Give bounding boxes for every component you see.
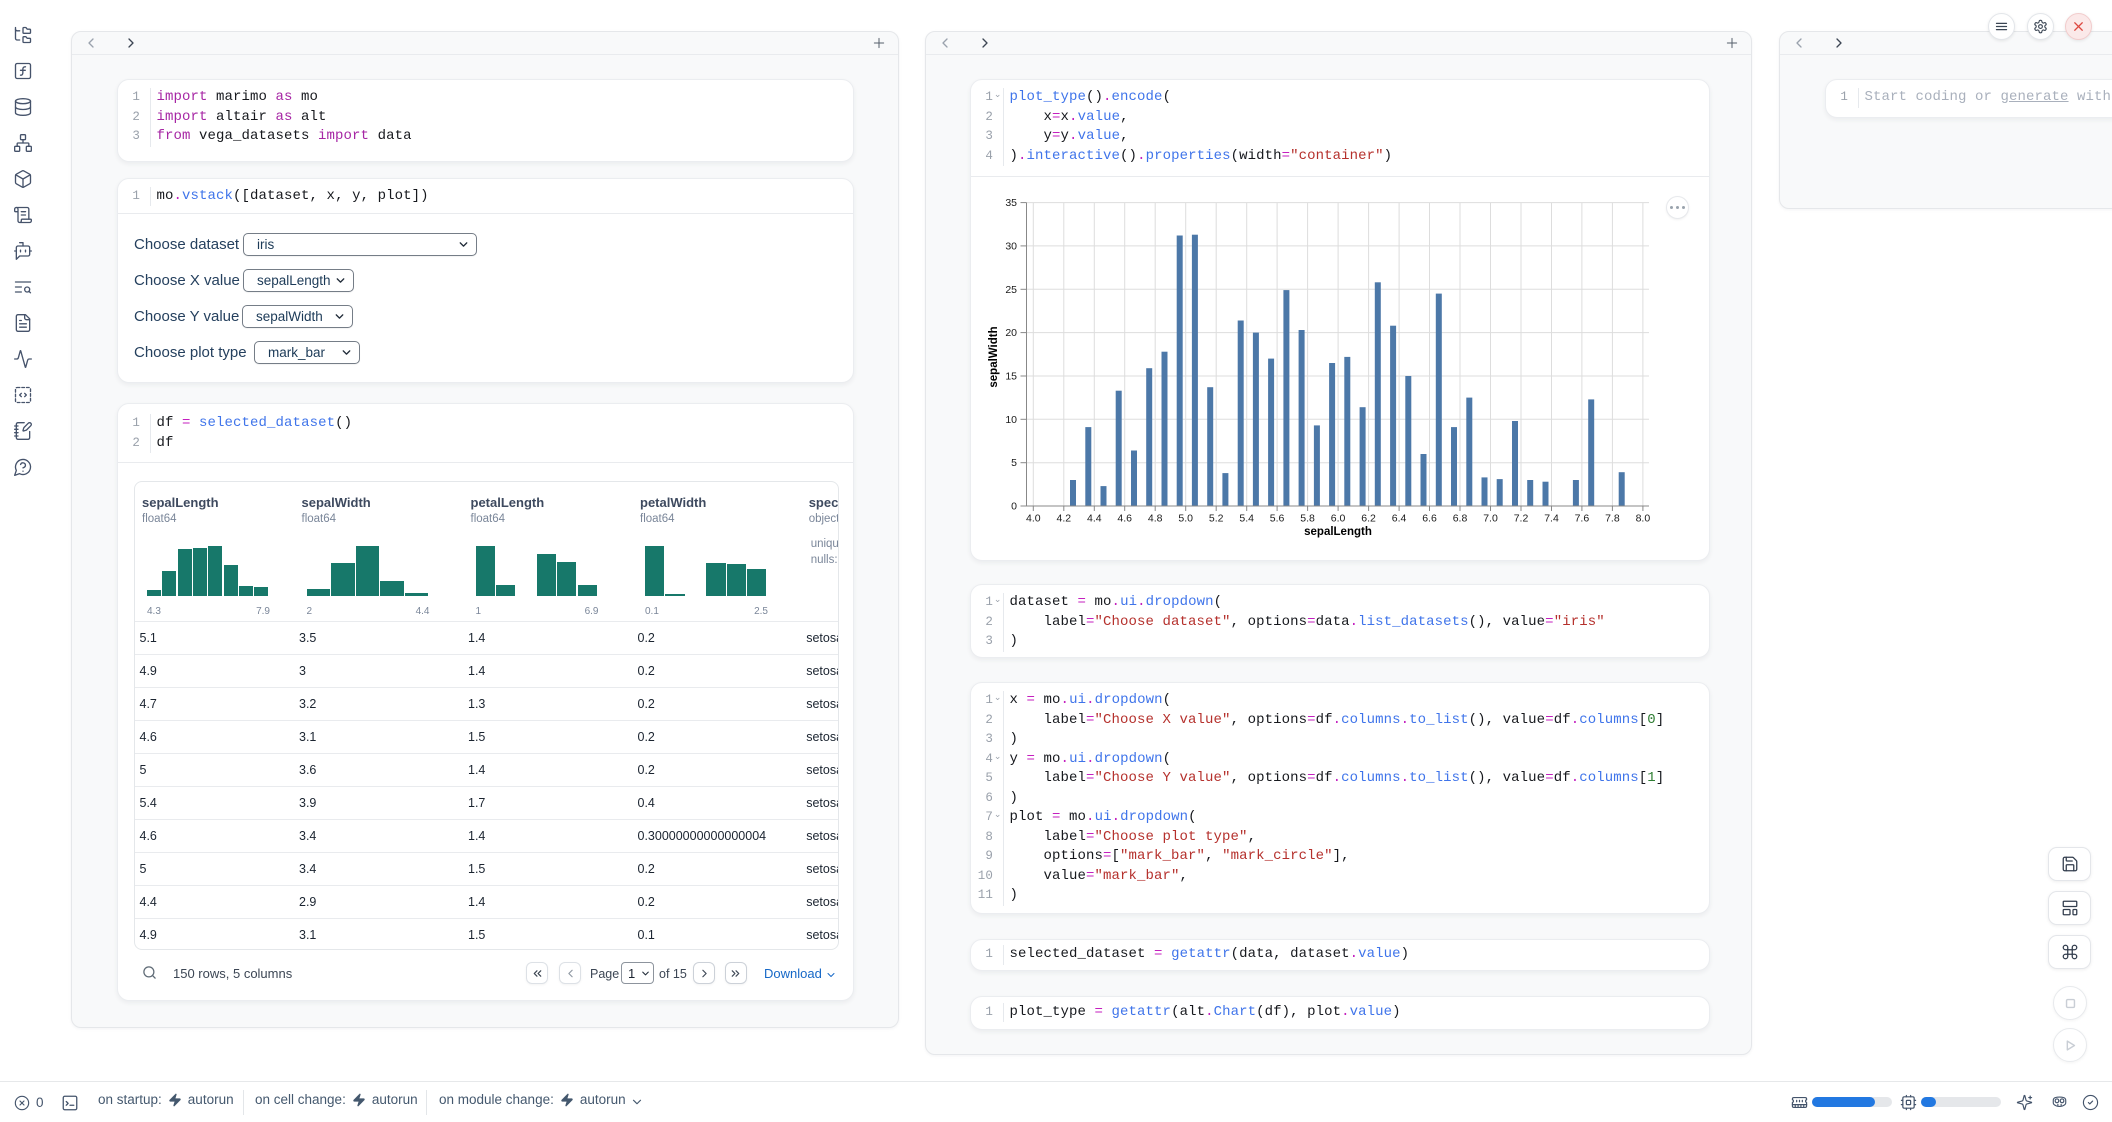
svg-text:20: 20	[1005, 327, 1017, 339]
svg-text:7.4: 7.4	[1544, 513, 1559, 525]
svg-text:0: 0	[1011, 501, 1017, 513]
svg-text:6.4: 6.4	[1392, 513, 1407, 525]
svg-text:4.4: 4.4	[1087, 513, 1102, 525]
svg-text:4.0: 4.0	[1026, 513, 1041, 525]
svg-text:6.0: 6.0	[1331, 513, 1346, 525]
svg-text:4.6: 4.6	[1117, 513, 1132, 525]
svg-text:8.0: 8.0	[1636, 513, 1651, 525]
svg-text:5.0: 5.0	[1178, 513, 1193, 525]
svg-text:6.8: 6.8	[1453, 513, 1468, 525]
svg-text:5.6: 5.6	[1270, 513, 1285, 525]
svg-text:7.0: 7.0	[1483, 513, 1498, 525]
svg-text:30: 30	[1005, 240, 1017, 252]
svg-text:10: 10	[1005, 414, 1017, 426]
svg-text:7.6: 7.6	[1575, 513, 1590, 525]
svg-text:35: 35	[1005, 197, 1017, 209]
svg-text:6.6: 6.6	[1422, 513, 1437, 525]
svg-text:4.8: 4.8	[1148, 513, 1163, 525]
svg-text:4.2: 4.2	[1056, 513, 1071, 525]
svg-text:5.2: 5.2	[1209, 513, 1224, 525]
svg-text:sepalLength: sepalLength	[1304, 526, 1372, 538]
svg-text:7.8: 7.8	[1605, 513, 1620, 525]
svg-text:25: 25	[1005, 284, 1017, 296]
svg-text:5.8: 5.8	[1300, 513, 1315, 525]
svg-text:5: 5	[1011, 457, 1017, 469]
svg-text:15: 15	[1005, 371, 1017, 383]
svg-text:7.2: 7.2	[1514, 513, 1529, 525]
svg-text:6.2: 6.2	[1361, 513, 1376, 525]
svg-text:sepalWidth: sepalWidth	[988, 326, 1000, 387]
svg-text:5.4: 5.4	[1239, 513, 1254, 525]
